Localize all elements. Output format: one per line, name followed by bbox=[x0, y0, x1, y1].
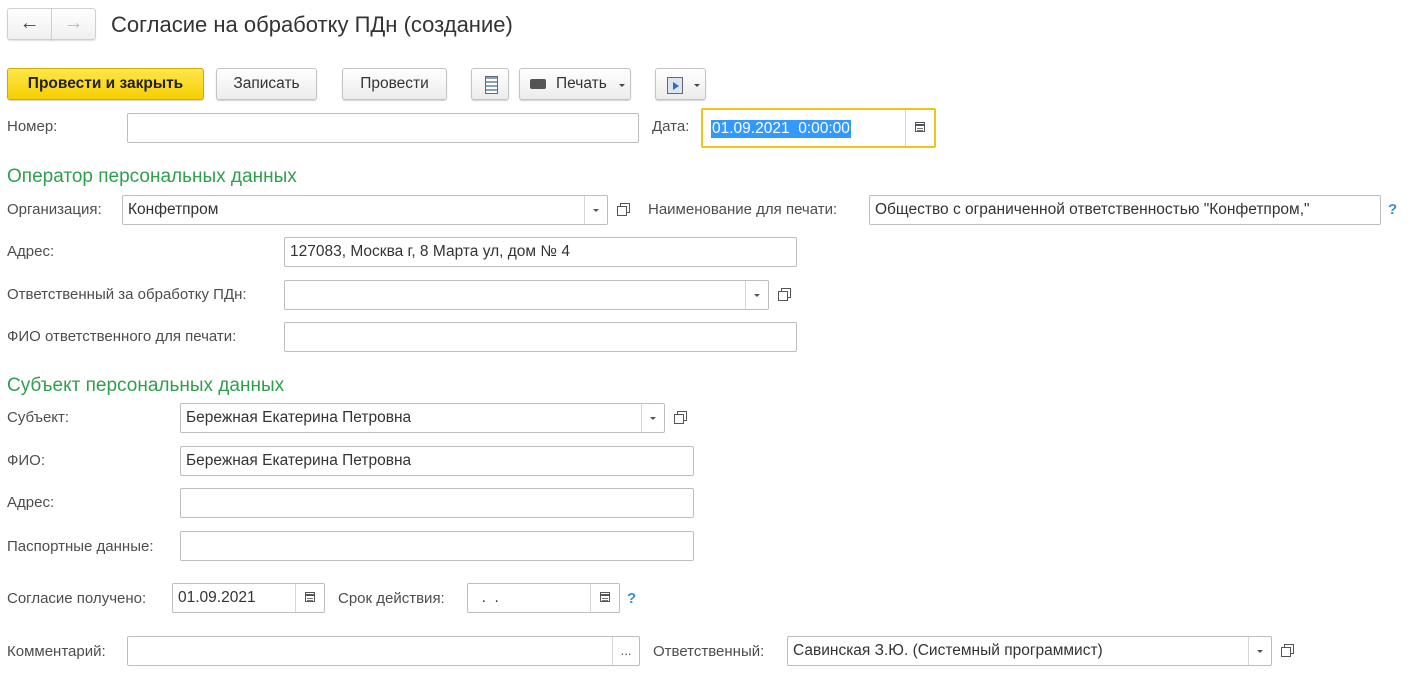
help-icon[interactable]: ? bbox=[627, 590, 636, 608]
operator-address-value: 127083, Москва г, 8 Марта ул, дом № 4 bbox=[290, 243, 570, 260]
subject-value: Бережная Екатерина Петровна bbox=[186, 409, 412, 426]
open-organization-icon[interactable] bbox=[611, 196, 635, 224]
consent-received-date[interactable]: 01.09.2021 bbox=[172, 583, 325, 613]
organization-label: Организация: bbox=[7, 201, 102, 218]
arrow-right-icon: → bbox=[63, 12, 84, 34]
comment-label: Комментарий: bbox=[7, 643, 106, 660]
organization-value: Конфетпром bbox=[128, 201, 219, 218]
back-button[interactable]: ← bbox=[7, 8, 52, 40]
number-input[interactable] bbox=[127, 113, 639, 143]
subject-section-title: Субъект персональных данных bbox=[7, 375, 285, 396]
date-calendar-button[interactable] bbox=[905, 110, 934, 146]
open-footer-responsible-icon[interactable] bbox=[1275, 637, 1299, 665]
save-button[interactable]: Записать bbox=[216, 68, 317, 100]
consent-received-value: 01.09.2021 bbox=[178, 589, 256, 606]
operator-address-label: Адрес: bbox=[7, 243, 55, 260]
print-label: Печать bbox=[556, 75, 607, 92]
page-title: Согласие на обработку ПДн (создание) bbox=[111, 12, 513, 37]
help-icon[interactable]: ? bbox=[1388, 201, 1397, 219]
fio-input[interactable]: Бережная Екатерина Петровна bbox=[180, 446, 694, 476]
validity-label: Срок действия: bbox=[338, 590, 445, 607]
number-label: Номер: bbox=[7, 118, 58, 135]
print-name-label: Наименование для печати: bbox=[648, 201, 838, 218]
document-list-icon bbox=[485, 76, 498, 94]
date-value: 01.09.2021 0:00:00 bbox=[711, 120, 851, 138]
operator-address-input[interactable]: 127083, Москва г, 8 Марта ул, дом № 4 bbox=[284, 237, 797, 267]
subject-address-label: Адрес: bbox=[7, 494, 55, 511]
fio-value: Бережная Екатерина Петровна bbox=[186, 452, 412, 469]
arrow-right-small-icon bbox=[673, 82, 679, 90]
print-name-value: Общество с ограниченной ответственностью… bbox=[875, 201, 1310, 218]
footer-responsible-label: Ответственный: bbox=[653, 643, 765, 660]
chevron-down-icon[interactable] bbox=[641, 404, 664, 432]
open-responsible-icon[interactable] bbox=[772, 281, 796, 309]
comment-input[interactable]: ... bbox=[127, 636, 640, 666]
validity-date[interactable]: . . bbox=[467, 583, 620, 613]
printer-icon bbox=[530, 79, 546, 89]
fio-label: ФИО: bbox=[7, 452, 46, 469]
subject-select[interactable]: Бережная Екатерина Петровна bbox=[180, 403, 665, 433]
footer-responsible-value: Савинская З.Ю. (Системный программист) bbox=[793, 642, 1103, 659]
validity-value: . . bbox=[473, 589, 499, 606]
chevron-down-icon bbox=[619, 84, 625, 87]
validity-calendar-button[interactable] bbox=[590, 584, 619, 612]
responsible-pdn-label: Ответственный за обработку ПДн: bbox=[7, 286, 247, 303]
footer-responsible-select[interactable]: Савинская З.Ю. (Системный программист) bbox=[787, 636, 1272, 666]
responsible-fio-input[interactable] bbox=[284, 322, 797, 352]
create-based-on-button[interactable] bbox=[655, 68, 706, 100]
responsible-pdn-select[interactable] bbox=[284, 280, 769, 310]
arrow-left-icon: ← bbox=[19, 12, 40, 34]
post-button[interactable]: Провести bbox=[342, 68, 447, 100]
post-and-close-button[interactable]: Провести и закрыть bbox=[7, 68, 204, 100]
organization-select[interactable]: Конфетпром bbox=[122, 195, 608, 225]
chevron-down-icon bbox=[694, 84, 700, 87]
calendar-icon bbox=[600, 592, 610, 602]
open-subject-icon[interactable] bbox=[668, 404, 692, 432]
passport-input[interactable] bbox=[180, 531, 694, 561]
calendar-icon bbox=[915, 122, 925, 132]
consent-received-calendar-button[interactable] bbox=[295, 584, 324, 612]
passport-label: Паспортные данные: bbox=[7, 538, 154, 555]
forward-button[interactable]: → bbox=[51, 8, 96, 40]
chevron-down-icon[interactable] bbox=[584, 196, 607, 224]
calendar-icon bbox=[305, 592, 315, 602]
consent-received-label: Согласие получено: bbox=[7, 590, 147, 607]
print-button[interactable]: Печать bbox=[519, 68, 631, 100]
subject-address-input[interactable] bbox=[180, 488, 694, 518]
report-button[interactable] bbox=[471, 68, 509, 100]
date-label: Дата: bbox=[652, 118, 690, 135]
chevron-down-icon[interactable] bbox=[1248, 637, 1271, 665]
date-input[interactable]: 01.09.2021 0:00:00 bbox=[701, 108, 936, 148]
subject-label: Субъект: bbox=[7, 409, 70, 426]
operator-section-title: Оператор персональных данных bbox=[7, 166, 297, 187]
comment-expand-button[interactable]: ... bbox=[612, 637, 639, 665]
responsible-fio-label: ФИО ответственного для печати: bbox=[7, 328, 237, 345]
chevron-down-icon[interactable] bbox=[745, 281, 768, 309]
print-name-input[interactable]: Общество с ограниченной ответственностью… bbox=[869, 195, 1381, 225]
